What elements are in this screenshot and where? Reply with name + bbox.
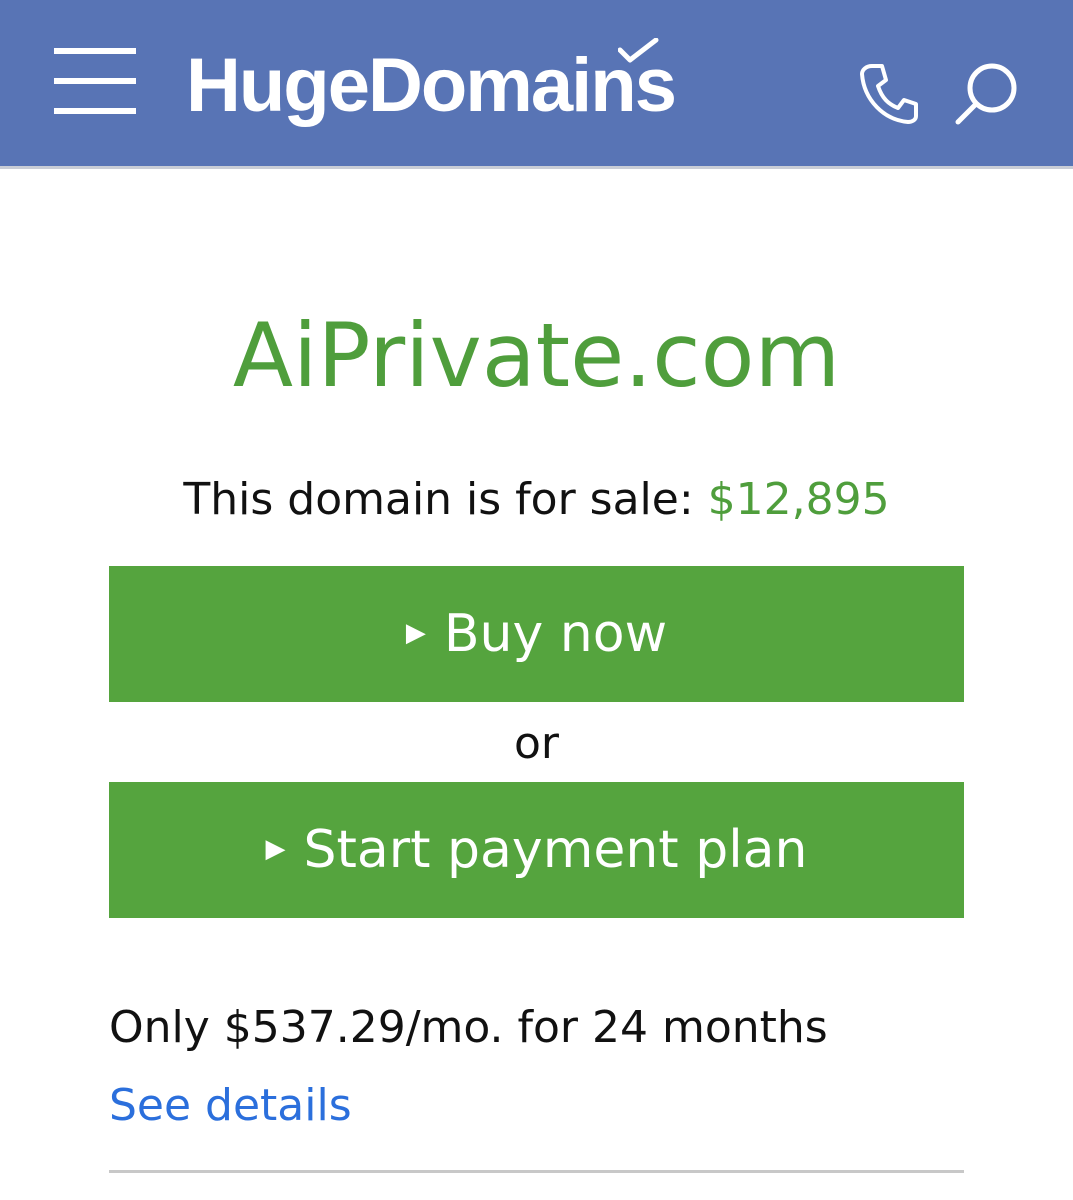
or-separator: or [513, 718, 559, 769]
logo-check-icon [618, 38, 659, 63]
buy-now-label: Buy now [443, 604, 668, 664]
payment-plan-label: Start payment plan [303, 820, 808, 880]
play-triangle-icon: ▶ [265, 834, 286, 864]
divider [109, 1170, 964, 1173]
see-details-link[interactable]: See details [109, 1076, 352, 1136]
payment-plan-summary: Only $537.29/mo. for 24 months [109, 1002, 828, 1053]
search-icon[interactable] [952, 60, 1022, 126]
play-triangle-icon: ▶ [405, 618, 426, 648]
menu-icon[interactable] [54, 48, 136, 114]
sale-label: This domain is for sale: [183, 474, 694, 525]
logo-text: HugeDomains [186, 43, 677, 128]
sale-line: This domain is for sale: $12,895 [0, 472, 1073, 528]
sale-price: $12,895 [707, 474, 890, 525]
domain-name-heading: AiPrivate.com [232, 304, 841, 407]
site-header: HugeDomains [0, 0, 1073, 169]
buy-now-button[interactable]: ▶ Buy now [109, 566, 964, 702]
start-payment-plan-button[interactable]: ▶ Start payment plan [109, 782, 964, 918]
phone-icon[interactable] [858, 60, 920, 124]
site-logo[interactable]: HugeDomains [186, 36, 677, 136]
